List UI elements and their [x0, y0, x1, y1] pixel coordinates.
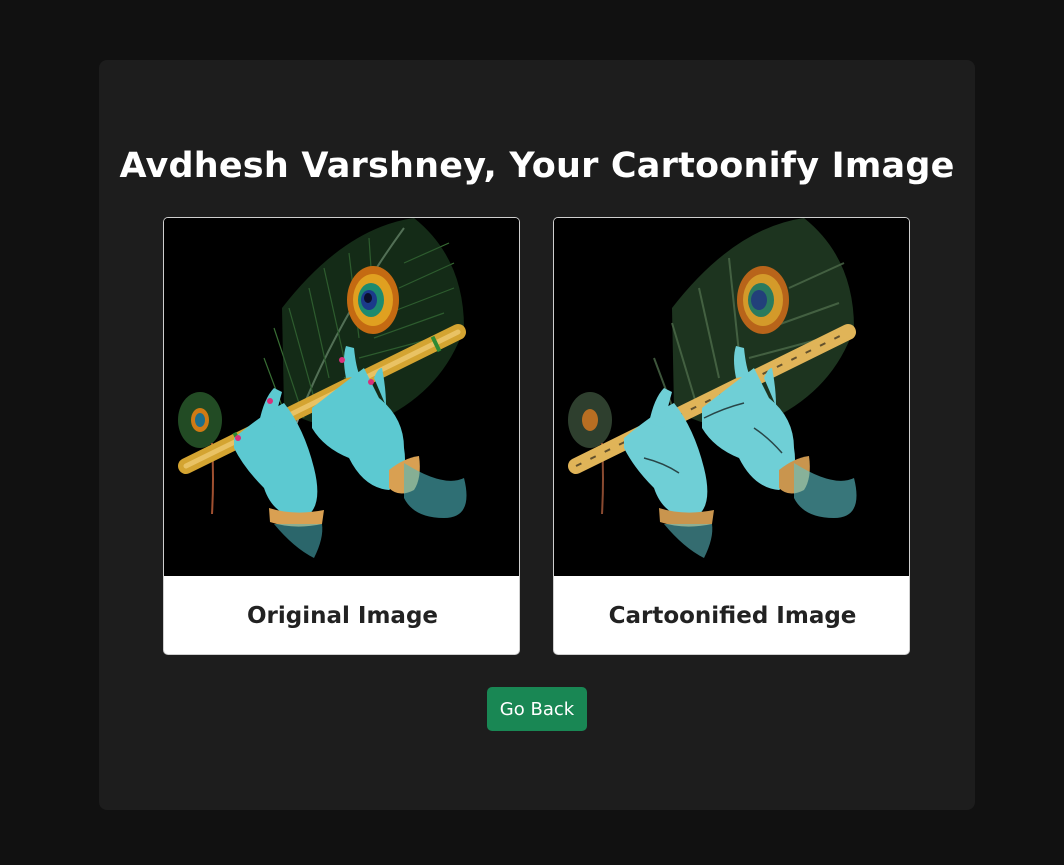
original-image-card: Original Image [163, 217, 520, 655]
original-image [164, 218, 519, 576]
cartoonified-image-card: Cartoonified Image [553, 217, 910, 655]
page-title: Avdhesh Varshney, Your Cartoonify Image [119, 146, 955, 186]
result-panel: Avdhesh Varshney, Your Cartoonify Image [99, 60, 975, 810]
original-image-caption: Original Image [246, 603, 439, 629]
go-back-button[interactable]: Go Back [487, 687, 587, 731]
cartoonified-image-caption: Cartoonified Image [608, 603, 857, 629]
cartoonified-image [554, 218, 909, 576]
